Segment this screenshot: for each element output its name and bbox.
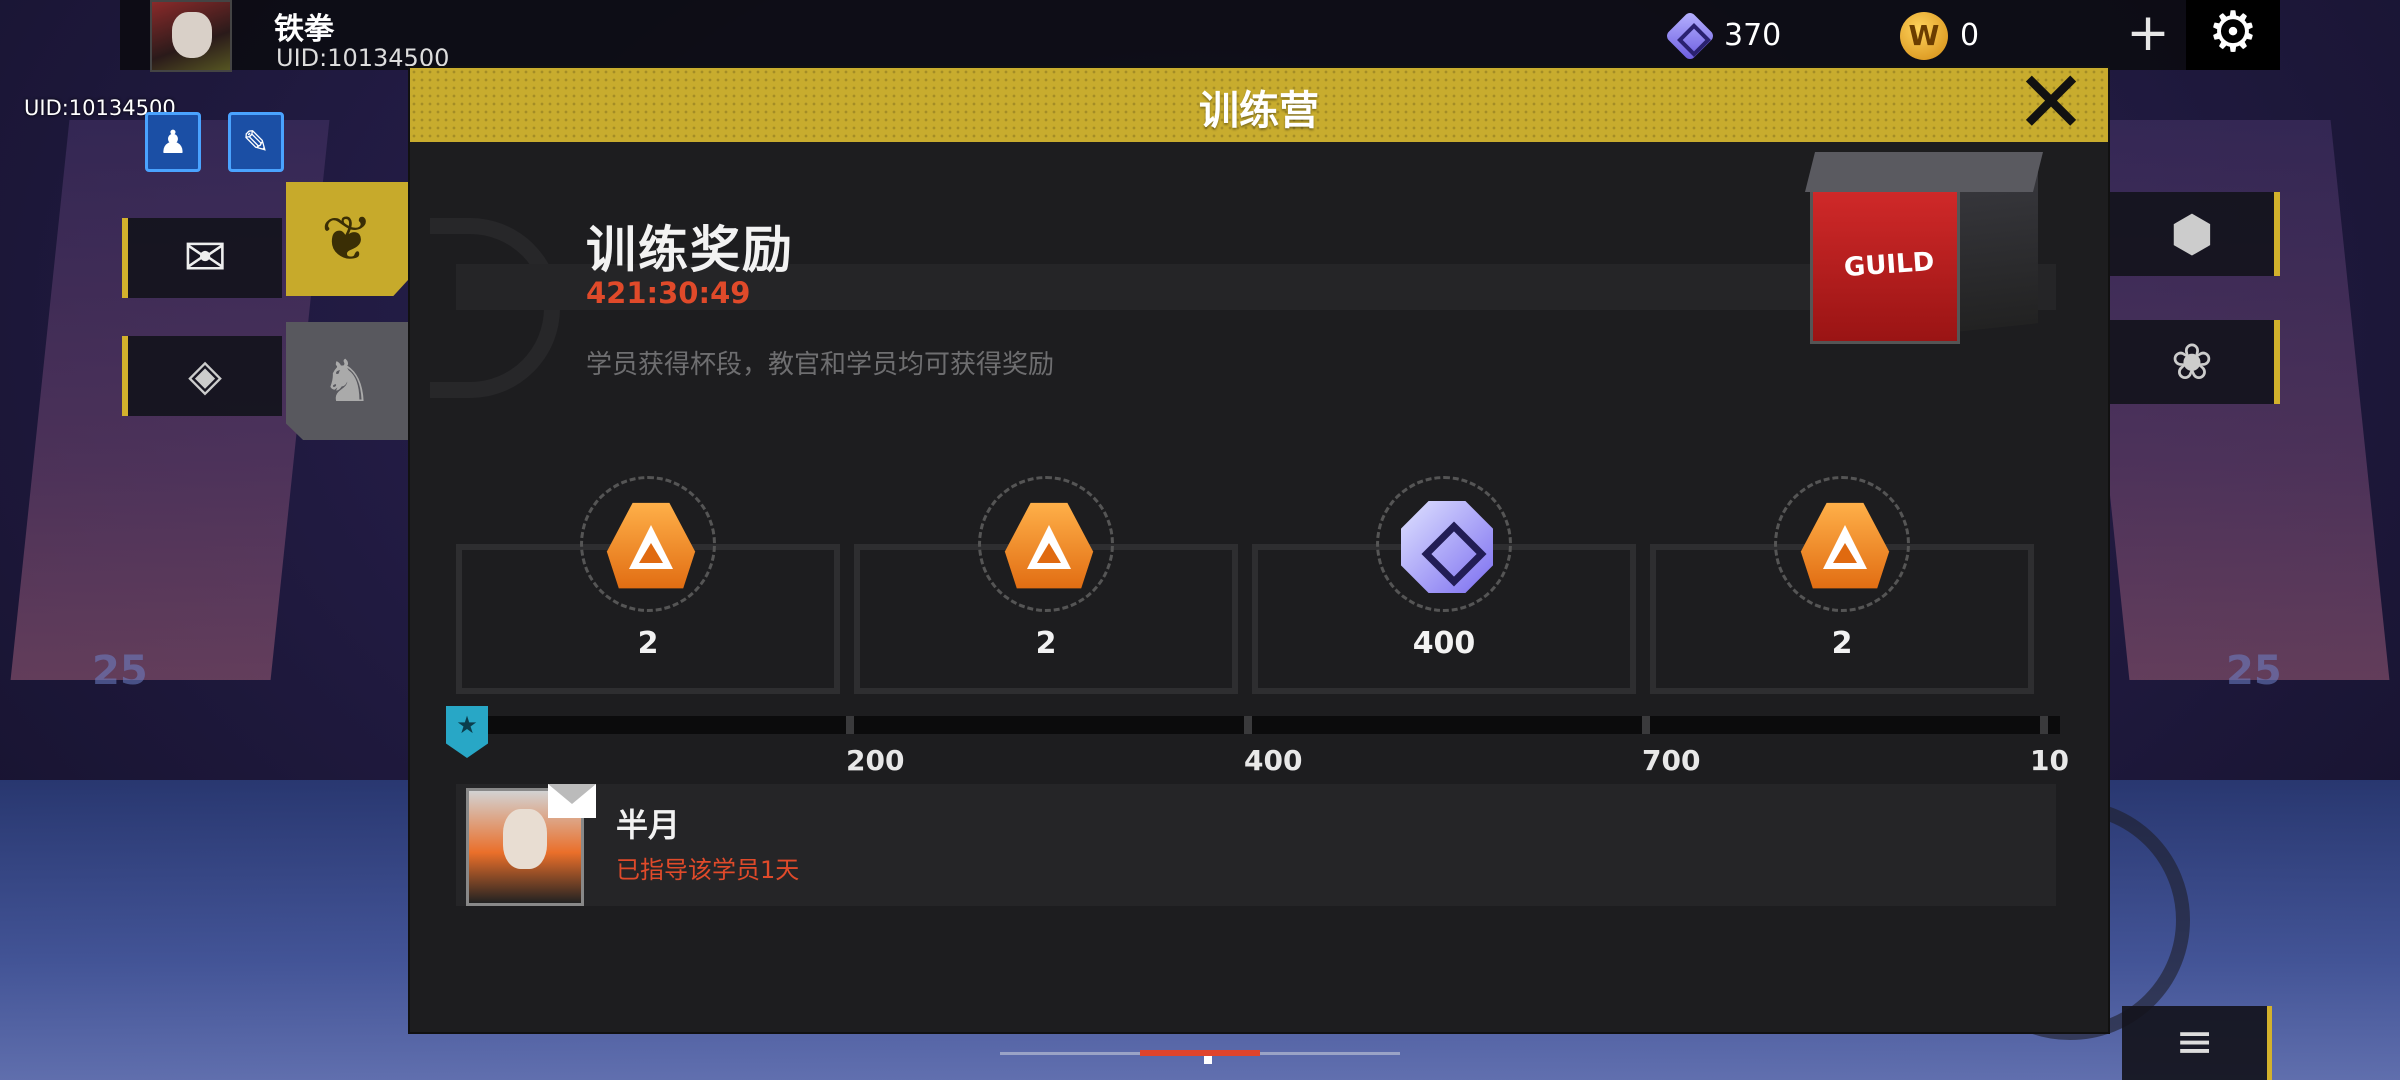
gem-currency-icon — [1666, 12, 1714, 60]
progress-track — [456, 716, 2060, 734]
progress-tick-label: 200 — [846, 744, 905, 777]
reward-crate-image[interactable]: GUILD — [1800, 152, 2043, 348]
add-currency-button[interactable]: + — [2122, 7, 2174, 60]
player-name: 铁拳 — [274, 12, 334, 47]
reward-timer: 421:30:49 — [586, 276, 751, 310]
student-name: 半月 — [616, 806, 681, 844]
close-button[interactable]: ✕ — [2006, 60, 2096, 146]
page-indicator — [1000, 1046, 1400, 1064]
training-tree-button[interactable]: ❦ — [286, 182, 408, 296]
lotus-button[interactable]: ❀ — [2110, 320, 2280, 404]
envelope-icon[interactable] — [548, 784, 596, 818]
modal-header: 训练营 ✕ — [410, 60, 2108, 146]
progress-tick-label: 10 — [2030, 744, 2069, 777]
gem-amount: 370 — [1724, 18, 1782, 53]
progress-tick-label: 400 — [1244, 744, 1303, 777]
mentor-button[interactable]: ♞ — [286, 322, 408, 440]
mail-button[interactable]: ✉ — [122, 218, 282, 298]
coin-currency-icon: W — [1900, 12, 1948, 60]
coin-amount: 0 — [1960, 18, 1980, 53]
reward-description: 学员获得杯段，教官和学员均可获得奖励 — [586, 350, 1055, 380]
notes-icon[interactable]: ✎ — [228, 112, 284, 172]
trophy-pyramid-icon — [978, 476, 1114, 612]
modal-title: 训练营 — [1199, 88, 1319, 134]
progress-tick-label: 700 — [1642, 744, 1701, 777]
settings-button[interactable]: ⚙ — [2186, 0, 2280, 70]
reward-count: 400 — [1412, 626, 1476, 661]
background-number-right: 25 — [2226, 648, 2282, 694]
reward-count: 2 — [1831, 626, 1853, 661]
student-status: 已指导该学员1天 — [616, 856, 800, 884]
reward-title: 训练奖励 — [586, 221, 794, 279]
trophy-pyramid-icon — [580, 476, 716, 612]
background-number-left: 25 — [92, 648, 148, 694]
player-avatar[interactable] — [150, 0, 232, 72]
shield-button[interactable]: ⬢ — [2110, 192, 2280, 276]
qq-icon[interactable]: ♟ — [145, 112, 201, 172]
training-camp-modal: 训练营 ✕ 训练奖励 421:30:49 学员获得杯段，教官和学员均可获得奖励 … — [410, 60, 2108, 1032]
badge-button[interactable]: ◈ — [122, 336, 282, 416]
crate-logo-text: GUILD — [1843, 246, 1936, 284]
trophy-pyramid-icon — [1774, 476, 1910, 612]
menu-button[interactable]: ≡ — [2122, 1006, 2272, 1080]
student-row[interactable]: 半月 已指导该学员1天 — [456, 784, 2056, 906]
reward-count: 2 — [1035, 626, 1057, 661]
progress-marker-icon: ★ — [446, 706, 488, 758]
gem-icon — [1376, 476, 1512, 612]
reward-count: 2 — [637, 626, 659, 661]
